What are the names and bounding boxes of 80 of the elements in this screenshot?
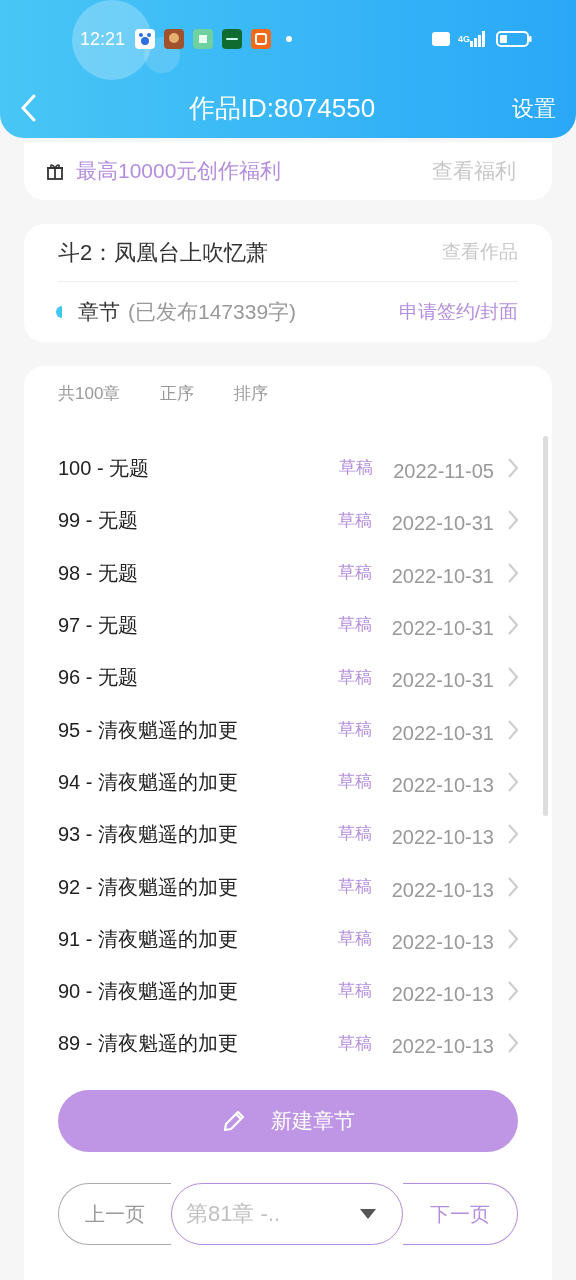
chevron-right-icon	[508, 667, 518, 688]
chapter-title: 91 - 清夜魈遥的加更	[58, 926, 239, 952]
chapter-title: 93 - 清夜魈遥的加更	[58, 822, 239, 848]
chapter-date: 2022-10-31	[391, 616, 494, 642]
chapter-date: 2022-10-13	[391, 929, 494, 955]
chapter-row[interactable]: 92 - 清夜魈遥的加更 草稿 2022-10-13	[58, 860, 518, 913]
chapter-title: 99 - 无题	[58, 508, 139, 534]
chapter-title: 96 - 无题	[58, 665, 139, 691]
chapter-row[interactable]: 99 - 无题 草稿 2022-10-31	[58, 494, 518, 547]
game-app-icon	[164, 29, 185, 49]
chevron-right-icon	[508, 771, 518, 792]
chevron-right-icon	[508, 824, 518, 845]
store-app-icon	[222, 29, 243, 49]
draft-tag: 草稿	[339, 455, 374, 481]
word-count: (已发布147339字)	[128, 299, 297, 326]
dropdown-caret-icon	[360, 1208, 376, 1219]
chevron-right-icon	[508, 510, 518, 531]
network-label: 4G	[458, 34, 470, 44]
signal-icon	[470, 31, 486, 47]
draft-tag: 草稿	[337, 769, 372, 795]
chevron-right-icon	[508, 981, 518, 1002]
draft-tag: 草稿	[337, 873, 372, 900]
battery-icon	[496, 31, 532, 47]
chapter-title: 97 - 无题	[58, 613, 139, 639]
chapter-count: 共100章	[58, 383, 121, 406]
chapter-title: 92 - 清夜魈遥的加更	[58, 874, 239, 900]
chapter-row[interactable]: 93 - 清夜魈遥的加更 草稿 2022-10-13	[58, 808, 518, 861]
chevron-right-icon	[508, 562, 518, 583]
draft-tag: 草稿	[337, 821, 372, 847]
draft-tag: 草稿	[337, 716, 372, 743]
work-title: 斗2：凤凰台上吹忆萧	[58, 239, 269, 267]
draft-tag: 草稿	[337, 560, 372, 586]
draft-tag: 草稿	[337, 507, 372, 534]
chapter-title: 90 - 清夜魈遥的加更	[58, 979, 239, 1005]
chapter-row[interactable]: 91 - 清夜魈遥的加更 草稿 2022-10-13	[58, 912, 518, 965]
section-label: 章节	[78, 299, 120, 326]
chapter-row[interactable]: 97 - 无题 草稿 2022-10-31	[58, 598, 518, 652]
shop-app-icon	[251, 29, 272, 49]
draft-tag: 草稿	[337, 926, 372, 952]
chapter-row[interactable]: 95 - 清夜魈遥的加更 草稿 2022-10-31	[58, 703, 518, 756]
chapter-date: 2022-10-13	[391, 982, 494, 1008]
chevron-right-icon	[508, 615, 518, 636]
chapter-title: 98 - 无题	[58, 560, 139, 586]
chevron-right-icon	[508, 876, 518, 897]
chapter-date: 2022-10-13	[391, 772, 494, 798]
chapter-date: 2022-10-31	[391, 720, 494, 746]
chapter-date: 2022-10-13	[391, 1034, 494, 1060]
chapter-row[interactable]: 100 - 无题 草稿 2022-11-05	[58, 442, 518, 495]
section-marker-icon	[56, 306, 62, 318]
chapter-title: 95 - 清夜魈遥的加更	[58, 717, 239, 743]
gift-icon	[46, 162, 64, 180]
chapter-title: 94 - 清夜魈遥的加更	[58, 769, 239, 795]
chevron-right-icon	[508, 458, 518, 479]
chevron-right-icon	[508, 719, 518, 740]
chapter-date: 2022-10-13	[391, 825, 494, 851]
chapter-date: 2022-10-31	[391, 668, 494, 694]
chapter-row[interactable]: 90 - 清夜魈遥的加更 草稿 2022-10-13	[58, 964, 518, 1018]
page-title: 作品ID:8074550	[187, 91, 376, 125]
status-time: 12:21	[80, 27, 126, 51]
book-app-icon	[193, 29, 214, 49]
chapter-date: 2022-10-31	[391, 563, 494, 589]
chapter-row[interactable]: 96 - 无题 草稿 2022-10-31	[58, 651, 518, 704]
chevron-right-icon	[508, 1033, 518, 1054]
chapter-row[interactable]: 89 - 清夜魁遥的加更 草稿 2022-10-13	[58, 1017, 518, 1070]
draft-tag: 草稿	[337, 612, 372, 638]
draft-tag: 草稿	[337, 664, 372, 691]
chevron-right-icon	[508, 928, 518, 949]
chapter-date: 2022-10-13	[391, 877, 494, 903]
welfare-text: 最高10000元创作福利	[76, 158, 282, 185]
notification-dot-icon	[286, 36, 293, 42]
chapter-row[interactable]: 98 - 无题 草稿 2022-10-31	[58, 546, 518, 599]
hd-icon	[432, 32, 450, 46]
draft-tag: 草稿	[337, 978, 372, 1004]
chapter-title: 89 - 清夜魁遥的加更	[58, 1031, 239, 1057]
chapter-date: 2022-11-05	[393, 459, 494, 485]
chapter-row[interactable]: 94 - 清夜魈遥的加更 草稿 2022-10-13	[58, 755, 518, 809]
paw-app-icon	[135, 29, 156, 49]
draft-tag: 草稿	[337, 1030, 372, 1057]
chapter-date: 2022-10-31	[391, 511, 494, 537]
chapter-title: 100 - 无题	[58, 456, 150, 482]
